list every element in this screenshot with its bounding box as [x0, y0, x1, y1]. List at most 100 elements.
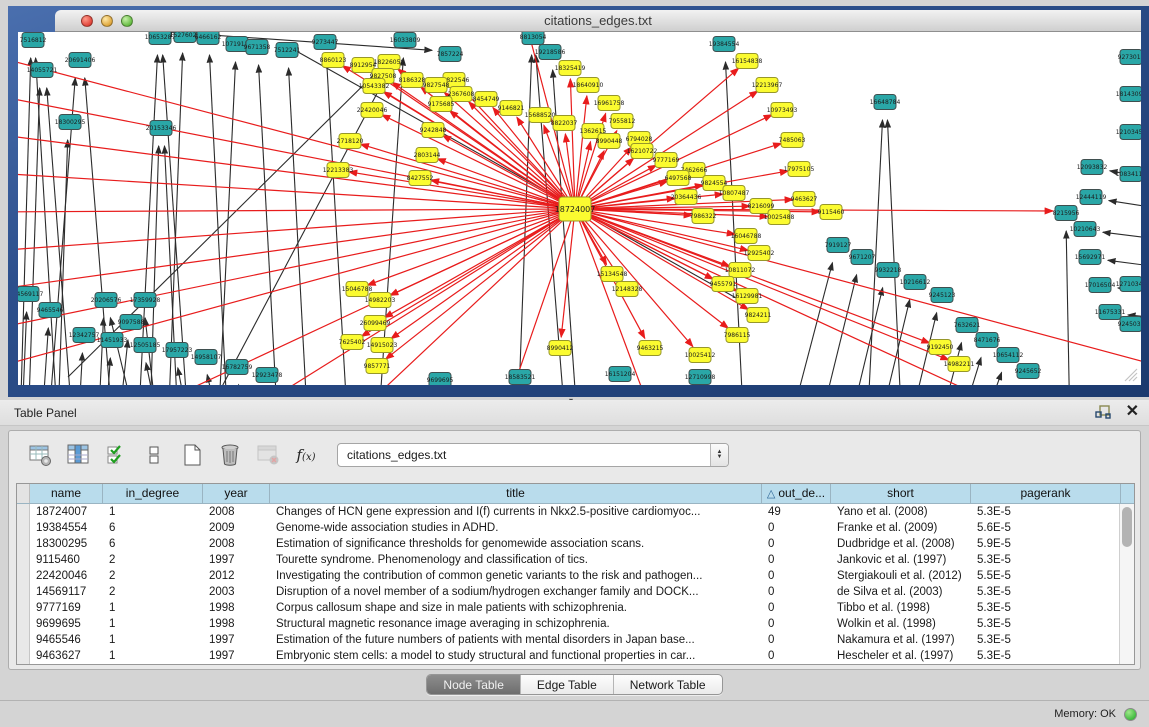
table-cell[interactable]: 49 [762, 504, 831, 520]
citation-edge-black[interactable] [209, 55, 228, 385]
graph-node[interactable]: 20206576 [91, 293, 122, 308]
graph-node[interactable]: 12710998 [685, 370, 716, 385]
table-cell[interactable]: 2008 [203, 536, 270, 552]
citation-edge-red[interactable] [575, 209, 748, 309]
graph-node[interactable]: 9824211 [745, 308, 772, 323]
table-cell[interactable]: 2009 [203, 520, 270, 536]
graph-node[interactable]: 14982211 [944, 357, 975, 372]
graph-node[interactable]: 8427552 [407, 171, 434, 186]
table-cell[interactable]: Investigating the contribution of common… [270, 568, 762, 584]
column-header-in_degree[interactable]: in_degree [103, 484, 203, 503]
graph-node[interactable]: 17359928 [130, 293, 161, 308]
close-panel-icon[interactable]: ✕ [1126, 403, 1139, 421]
float-panel-icon[interactable] [1094, 403, 1112, 421]
graph-node[interactable]: 9146821 [498, 101, 525, 116]
column-header-pagerank[interactable]: pagerank [971, 484, 1121, 503]
graph-node[interactable]: 2803144 [414, 148, 441, 163]
graph-node[interactable]: 16129981 [732, 289, 763, 304]
close-window-button[interactable] [81, 15, 93, 27]
graph-node[interactable]: 10654112 [993, 348, 1024, 363]
table-cell[interactable]: 1 [103, 632, 203, 648]
zoom-window-button[interactable] [121, 15, 133, 27]
table-cell[interactable]: 5.3E-5 [971, 632, 1121, 648]
table-cell[interactable]: 1 [103, 504, 203, 520]
graph-node[interactable]: 16961758 [594, 96, 625, 111]
graph-node[interactable]: 16151204 [605, 367, 636, 382]
tab-network-table[interactable]: Network Table [614, 675, 722, 694]
citation-edge-black[interactable] [1109, 201, 1141, 212]
citation-edge-black[interactable] [887, 120, 902, 385]
table-cell[interactable]: 9115460 [30, 552, 103, 568]
graph-node[interactable]: 12342757 [69, 328, 100, 343]
table-cell[interactable]: Corpus callosum shape and size in male p… [270, 600, 762, 616]
graph-node[interactable]: 10216612 [900, 275, 931, 290]
citation-edge-red[interactable] [575, 209, 693, 347]
graph-node[interactable]: 16782759 [222, 360, 253, 375]
citation-edge-red[interactable] [18, 172, 575, 209]
graph-node[interactable]: 12505185 [130, 338, 161, 353]
graph-node[interactable]: 12213967 [752, 78, 783, 93]
citation-edge-black[interactable] [1066, 231, 1070, 385]
tab-node-table[interactable]: Node Table [427, 675, 521, 694]
graph-node[interactable]: 8186328 [399, 73, 426, 88]
table-row[interactable]: 946362711997Embryonic stem cells: a mode… [17, 648, 1134, 664]
table-cell[interactable]: 2 [103, 568, 203, 584]
table-row[interactable]: 1830029562008Estimation of significance … [17, 536, 1134, 552]
graph-node[interactable]: 14569117 [18, 287, 43, 302]
graph-node[interactable]: 12103458 [1116, 125, 1141, 140]
table-cell[interactable]: 0 [762, 568, 831, 584]
citation-edge-black[interactable] [1108, 260, 1141, 270]
tab-edge-table[interactable]: Edge Table [521, 675, 614, 694]
graph-node[interactable]: 7485063 [779, 133, 806, 148]
graph-node[interactable]: 8454749 [473, 92, 500, 107]
citation-edge-black[interactable] [68, 55, 394, 377]
graph-node[interactable]: 17957223 [162, 343, 193, 358]
table-cell[interactable]: 1997 [203, 648, 270, 664]
graph-node[interactable]: 9671207 [849, 250, 876, 265]
graph-node[interactable]: 11451933 [97, 333, 128, 348]
table-cell[interactable]: Changes of HCN gene expression and I(f) … [270, 504, 762, 520]
graph-node[interactable]: 9465546 [37, 303, 64, 318]
graph-node[interactable]: 9671358 [244, 40, 271, 55]
graph-node[interactable]: 26099469 [360, 316, 391, 331]
column-header-title[interactable]: title [270, 484, 762, 503]
table-cell[interactable]: 5.5E-5 [971, 568, 1121, 584]
graph-node[interactable]: 22420046 [357, 103, 388, 118]
table-cell[interactable]: Embryonic stem cells: a model to study s… [270, 648, 762, 664]
column-manage-icon[interactable] [63, 440, 93, 470]
table-cell[interactable]: Tibbo et al. (1998) [831, 600, 971, 616]
graph-node[interactable]: 7632621 [954, 318, 981, 333]
table-cell[interactable]: 6 [103, 520, 203, 536]
graph-hub-node[interactable]: 18724007 [555, 197, 596, 221]
citation-edge-black[interactable] [78, 353, 82, 385]
graph-node[interactable]: 7857224 [437, 47, 464, 62]
graph-node[interactable]: 14915023 [367, 338, 398, 353]
table-cell[interactable]: Estimation of significance thresholds fo… [270, 536, 762, 552]
graph-node[interactable]: 10973493 [767, 103, 798, 118]
table-cell[interactable]: 19384554 [30, 520, 103, 536]
graph-node[interactable]: 8860123 [320, 53, 347, 68]
citation-edge-black[interactable] [138, 55, 157, 385]
graph-node[interactable]: 8471676 [974, 333, 1001, 348]
graph-node[interactable]: 2718120 [337, 134, 364, 149]
citation-graph[interactable]: 8860123891295418226058982750810543382818… [18, 32, 1141, 385]
graph-node[interactable]: 8813054 [520, 32, 547, 45]
graph-node[interactable]: 17016504 [1085, 278, 1116, 293]
graph-node[interactable]: 8822037 [551, 116, 578, 131]
table-cell[interactable]: Hescheler et al. (1997) [831, 648, 971, 664]
graph-node[interactable]: 10807487 [719, 186, 750, 201]
graph-node[interactable]: 19218586 [535, 45, 566, 60]
citation-edge-black[interactable] [1103, 232, 1141, 242]
graph-node[interactable]: 20153346 [146, 121, 177, 136]
graph-node[interactable]: 10025488 [764, 210, 795, 225]
table-cell[interactable]: Tourette syndrome. Phenomenology and cla… [270, 552, 762, 568]
scrollbar-thumb[interactable] [1122, 507, 1132, 547]
table-cell[interactable]: 0 [762, 552, 831, 568]
graph-node[interactable]: 7986115 [724, 328, 751, 343]
table-cell[interactable]: 5.3E-5 [971, 504, 1121, 520]
graph-node[interactable]: 10210643 [1070, 222, 1101, 237]
graph-node[interactable]: 7955812 [609, 114, 636, 129]
table-cell[interactable]: 9463627 [30, 648, 103, 664]
graph-node[interactable]: 9242848 [420, 123, 447, 138]
graph-node[interactable]: 18143092 [1116, 87, 1141, 102]
